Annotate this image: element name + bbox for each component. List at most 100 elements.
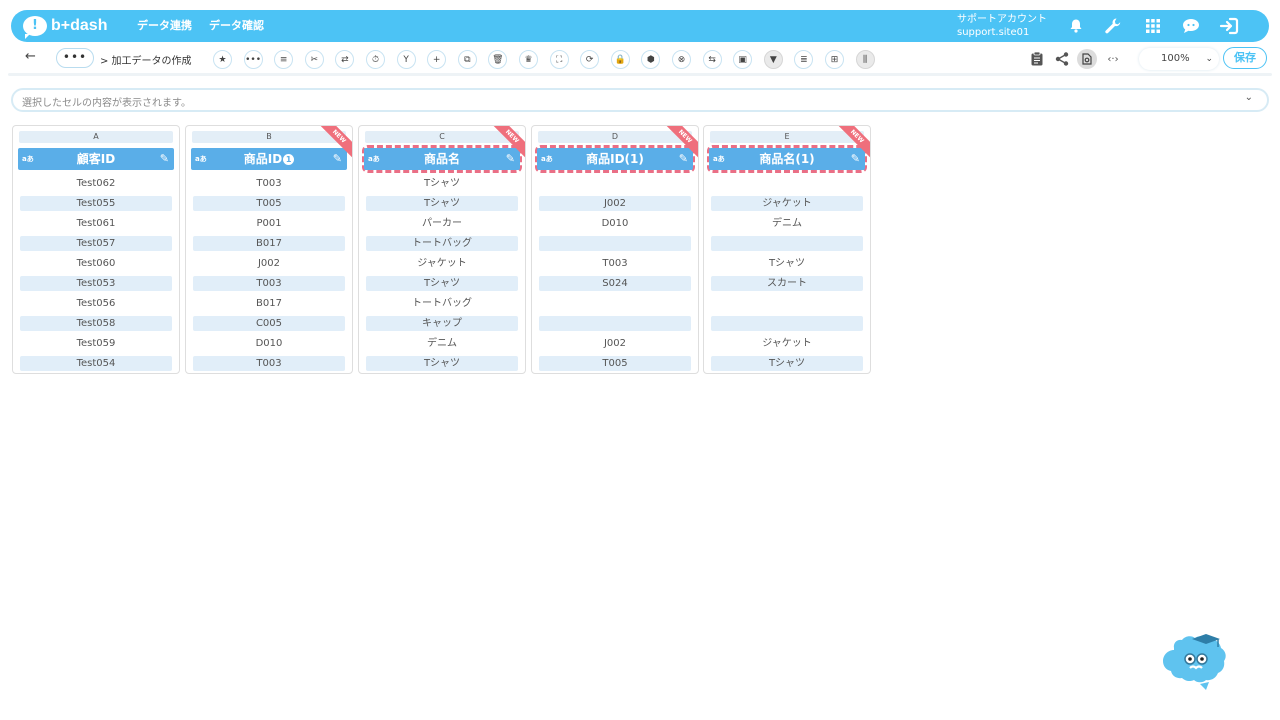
table-cell[interactable]: B017 [193,296,345,311]
brain-mascot-icon[interactable] [1160,626,1228,690]
tool-branch-icon[interactable]: Y [396,50,416,69]
column-letter[interactable]: B [192,131,346,143]
table-cell[interactable]: T003 [193,176,345,191]
table-cell[interactable]: スカート [711,276,863,291]
app-logo[interactable]: ! b+dash [23,15,107,39]
table-cell[interactable] [711,296,863,311]
table-cell[interactable] [539,176,691,191]
more-menu-button[interactable]: ••• [56,48,94,68]
column-d[interactable]: Daあ 商品ID(1) ✎ NEW J002 D010 T003 S024 J002 T005 [531,125,699,374]
column-b[interactable]: Baあ 商品ID 1 ✎ NEW T003 T005 P001 B017 J002 T003 B017… [185,125,353,374]
table-cell[interactable]: Tシャツ [366,276,518,291]
save-button[interactable]: 保存 [1223,47,1267,69]
tool-rows-icon[interactable]: ≣ [794,50,814,69]
column-header[interactable]: aあ 商品ID 1 ✎ [191,148,347,170]
table-cell[interactable]: Test058 [20,316,172,331]
share-icon[interactable] [1053,50,1071,68]
table-cell[interactable]: ジャケット [366,256,518,271]
grid-icon[interactable] [1143,16,1163,36]
column-c[interactable]: Caあ 商品名 ✎ NEW Tシャツ Tシャツ パーカー トートバッグ ジャケット Tシャツ トート… [358,125,526,374]
column-header[interactable]: aあ 顧客ID ✎ [18,148,174,170]
tool-clear-icon[interactable]: ⊗ [672,50,691,69]
column-e[interactable]: Eaあ 商品名(1) ✎ NEW ジャケット デニム Tシャツ スカート ジャケット Tシャツ [703,125,871,374]
text-type-icon[interactable]: aあ [541,148,553,170]
tool-favorite-icon[interactable]: ★ [213,50,232,69]
tool-cut-icon[interactable]: ✂ [304,50,324,69]
table-cell[interactable]: Test055 [20,196,172,211]
tool-expand-icon[interactable]: ⛶ [549,50,569,69]
table-cell[interactable]: T005 [539,356,691,371]
table-cell[interactable]: Test056 [20,296,172,311]
tool-delete-icon[interactable]: 🗑 [488,50,508,69]
table-cell[interactable]: T003 [193,276,345,291]
bell-icon[interactable] [1066,16,1086,36]
text-type-icon[interactable]: aあ [713,148,725,170]
table-cell[interactable] [539,236,691,251]
table-cell[interactable]: J002 [193,256,345,271]
edit-pencil-icon[interactable]: ✎ [160,148,169,170]
column-header[interactable]: aあ 商品名(1) ✎ [709,148,865,170]
tool-add-icon[interactable]: + [427,50,447,69]
table-cell[interactable]: デニム [366,336,518,351]
tool-list-icon[interactable]: ≡ [274,50,294,69]
column-letter[interactable]: A [19,131,173,143]
tool-repeat-icon[interactable]: ⟳ [580,50,600,69]
account-info[interactable]: サポートアカウント support.site01 [957,13,1047,39]
table-cell[interactable]: T003 [193,356,345,371]
wrench-icon[interactable] [1103,16,1123,36]
table-cell[interactable] [711,176,863,191]
table-cell[interactable]: ジャケット [711,196,863,211]
tool-table-icon[interactable]: ⊞ [825,50,844,69]
cell-content-bar[interactable]: 選択したセルの内容が表示されます。 ⌄ [11,88,1269,112]
table-cell[interactable]: Test059 [20,336,172,351]
nav-data-check[interactable]: データ確認 [209,10,264,42]
column-letter[interactable]: E [710,131,864,143]
table-cell[interactable]: Tシャツ [711,356,863,371]
table-cell[interactable]: D010 [539,216,691,231]
table-cell[interactable]: Test054 [20,356,172,371]
clipboard-icon[interactable] [1028,50,1046,68]
tool-timer-icon[interactable]: ⏱ [366,50,385,69]
chevron-down-icon[interactable]: ⌄ [1245,92,1253,103]
table-cell[interactable]: ジャケット [711,336,863,351]
text-type-icon[interactable]: aあ [195,148,207,170]
refresh-file-icon[interactable] [1077,49,1097,69]
column-a[interactable]: Aaあ 顧客ID ✎ Test062 Test055 Test061 Test057 Test… [12,125,180,374]
table-cell[interactable] [539,296,691,311]
table-cell[interactable]: Test053 [20,276,172,291]
table-cell[interactable]: Tシャツ [366,176,518,191]
tool-lock-icon[interactable]: 🔒 [610,50,630,69]
table-cell[interactable]: Test057 [20,236,172,251]
table-cell[interactable]: J002 [539,196,691,211]
text-type-icon[interactable]: aあ [22,148,34,170]
table-cell[interactable]: J002 [539,336,691,351]
table-cell[interactable]: T003 [539,256,691,271]
column-letter[interactable]: C [365,131,519,143]
tool-copy-icon[interactable]: ⧉ [457,50,477,69]
back-arrow-icon[interactable]: ← [25,49,36,64]
chat-icon[interactable] [1181,16,1201,36]
tool-exchange-icon[interactable]: ⇆ [702,50,722,69]
table-cell[interactable]: Test060 [20,256,172,271]
table-cell[interactable]: S024 [539,276,691,291]
table-cell[interactable]: C005 [193,316,345,331]
zoom-select[interactable]: 100% ⌄ [1139,48,1219,70]
tool-frame-icon[interactable]: ▣ [733,50,753,69]
column-letter[interactable]: D [538,131,692,143]
tool-stack-icon[interactable]: ⬢ [641,50,661,69]
table-cell[interactable] [711,316,863,331]
table-cell[interactable]: B017 [193,236,345,251]
tool-swap-icon[interactable]: ⇄ [335,50,355,69]
tool-more-icon[interactable]: ••• [243,50,263,69]
table-cell[interactable]: Tシャツ [366,356,518,371]
table-cell[interactable]: パーカー [366,216,518,231]
edit-pencil-icon[interactable]: ✎ [679,148,688,170]
table-cell[interactable]: Tシャツ [366,196,518,211]
table-cell[interactable] [711,236,863,251]
nav-data-link[interactable]: データ連携 [137,10,192,42]
edit-pencil-icon[interactable]: ✎ [851,148,860,170]
tool-filter-icon[interactable]: ▼ [763,50,783,69]
table-cell[interactable]: T005 [193,196,345,211]
column-header[interactable]: aあ 商品ID(1) ✎ [537,148,693,170]
tool-crown-icon[interactable]: ♛ [519,50,538,69]
